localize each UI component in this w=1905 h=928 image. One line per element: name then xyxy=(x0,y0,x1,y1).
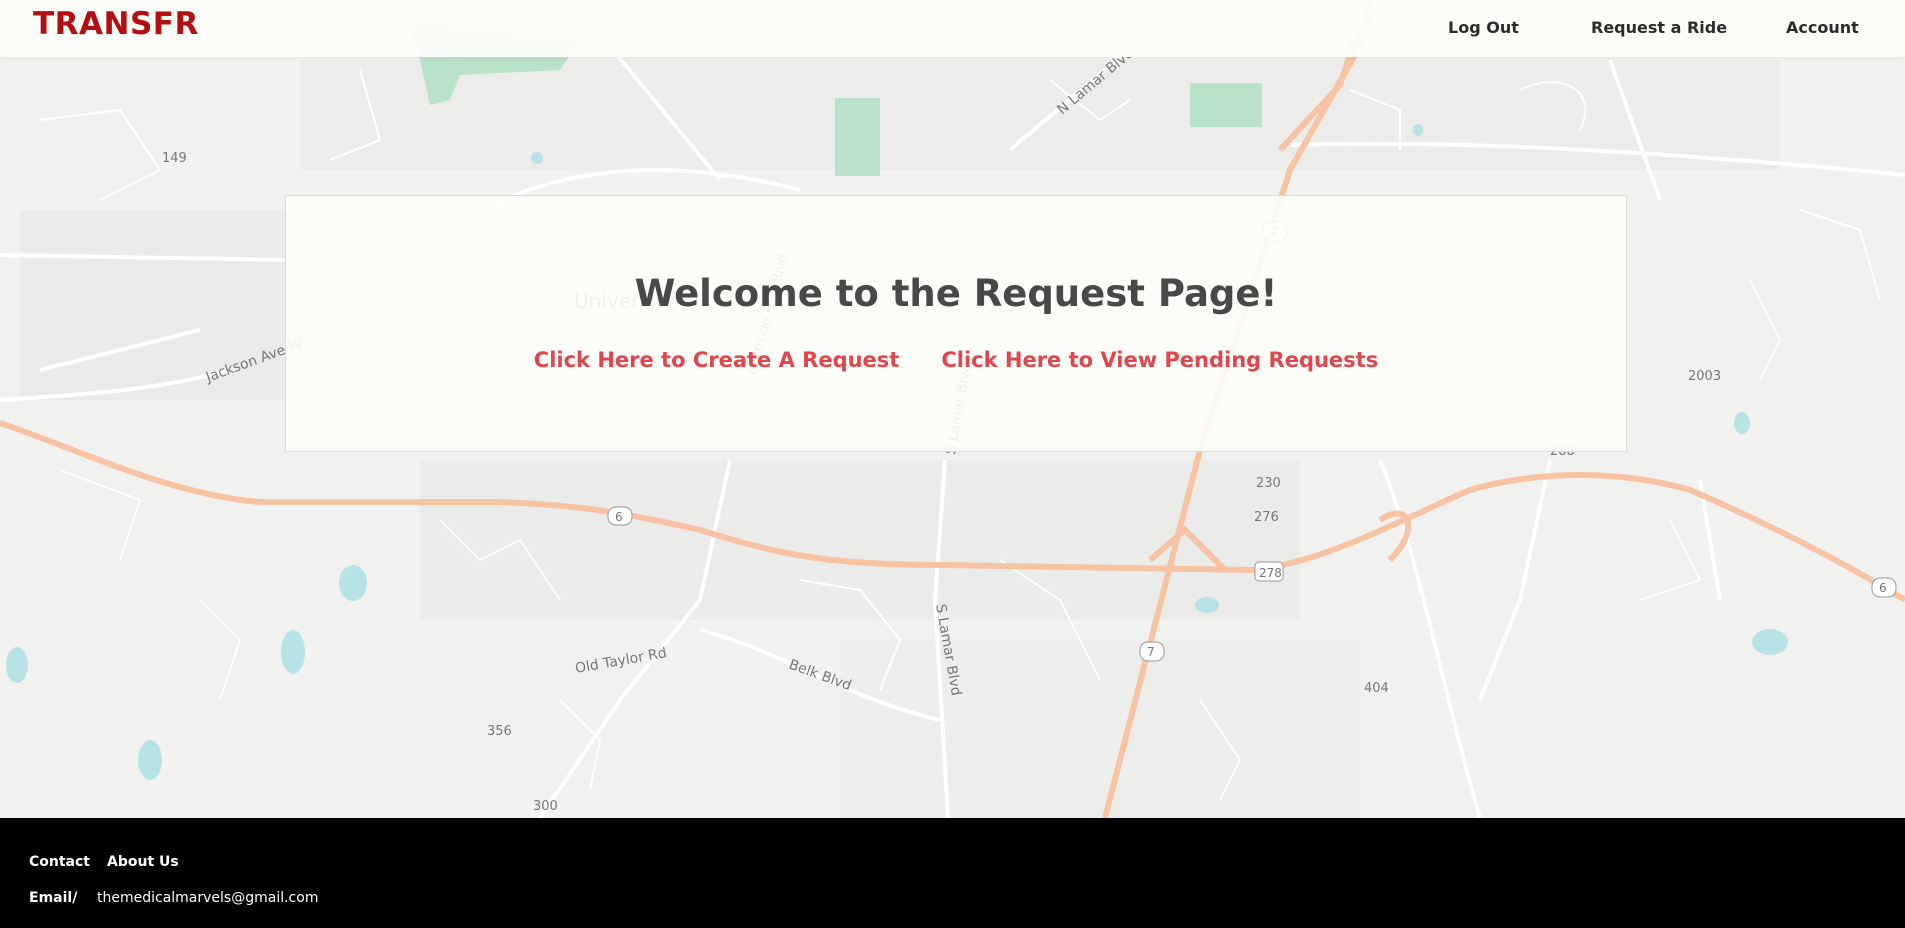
svg-text:149: 149 xyxy=(162,151,187,166)
nav-account[interactable]: Account xyxy=(1786,18,1859,37)
top-navbar: TRANSFR Log Out Request a Ride Account xyxy=(0,0,1905,57)
svg-text:356: 356 xyxy=(487,724,512,739)
svg-text:6: 6 xyxy=(615,510,623,524)
svg-text:300: 300 xyxy=(533,799,558,814)
footer: Contact About Us Email/ themedicalmarvel… xyxy=(0,818,1905,928)
request-actions: Click Here to Create A Request Click Her… xyxy=(286,348,1626,372)
brand-logo[interactable]: TRANSFR xyxy=(33,6,199,42)
nav-request-ride[interactable]: Request a Ride xyxy=(1591,18,1727,37)
footer-email-address: themedicalmarvels@gmail.com xyxy=(97,890,319,906)
footer-email-label: Email/ xyxy=(29,890,78,906)
svg-text:7: 7 xyxy=(1147,645,1155,659)
svg-text:6: 6 xyxy=(1879,581,1887,595)
create-request-link[interactable]: Click Here to Create A Request xyxy=(534,348,900,372)
page-title: Welcome to the Request Page! xyxy=(634,272,1278,315)
footer-contact-link[interactable]: Contact xyxy=(29,854,90,870)
svg-text:2003: 2003 xyxy=(1688,369,1721,384)
footer-about-link[interactable]: About Us xyxy=(107,854,179,870)
svg-text:276: 276 xyxy=(1254,510,1279,525)
svg-text:404: 404 xyxy=(1364,681,1389,696)
nav-log-out[interactable]: Log Out xyxy=(1448,18,1519,37)
svg-text:278: 278 xyxy=(1259,566,1282,580)
view-pending-requests-link[interactable]: Click Here to View Pending Requests xyxy=(941,348,1378,372)
svg-text:230: 230 xyxy=(1256,476,1281,491)
request-panel: Welcome to the Request Page! Click Here … xyxy=(285,195,1627,452)
